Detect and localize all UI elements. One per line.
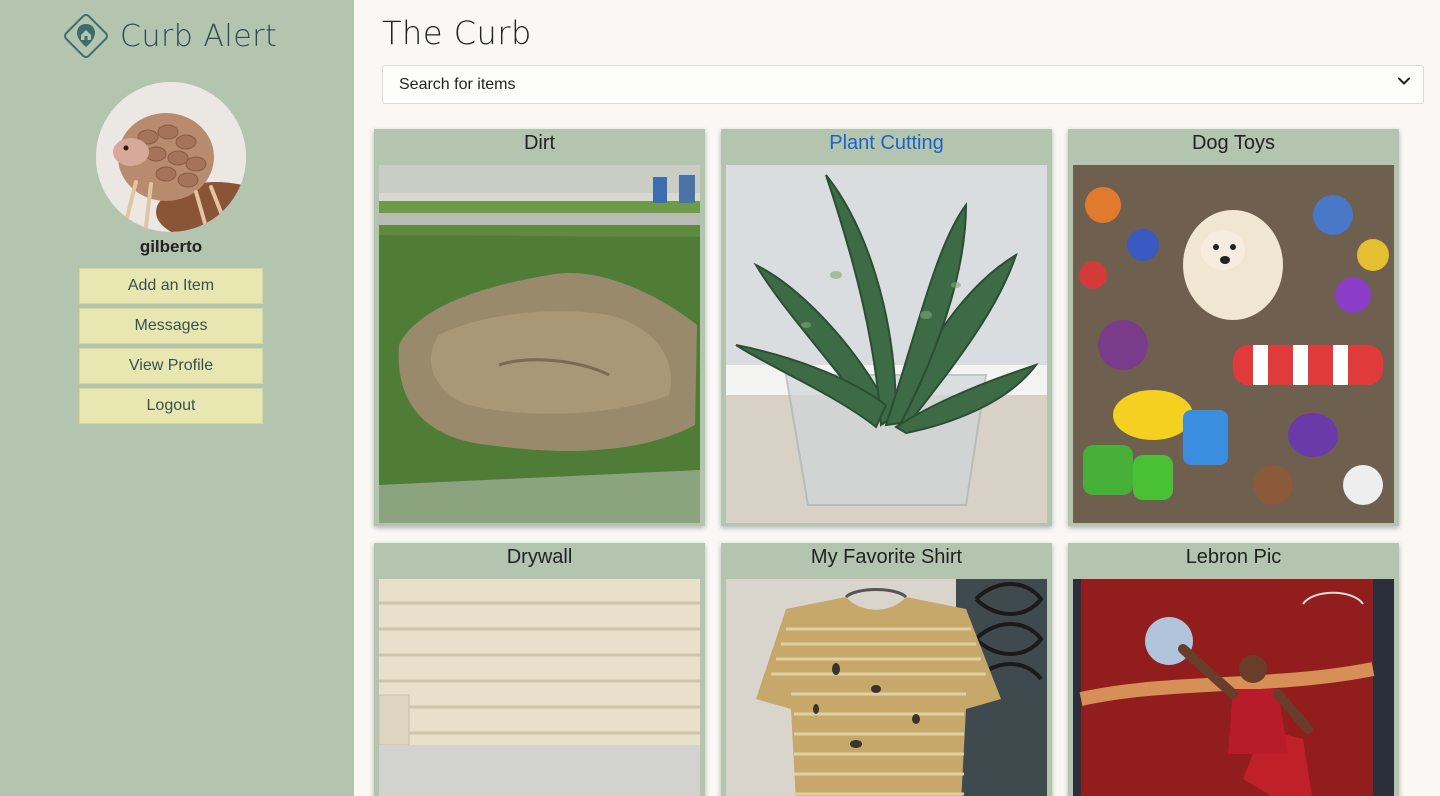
item-title[interactable]: My Favorite Shirt [721, 546, 1052, 569]
item-title[interactable]: Lebron Pic [1068, 546, 1399, 569]
view-profile-button[interactable]: View Profile [79, 348, 263, 384]
item-card-dog-toys[interactable]: Dog Toys [1068, 129, 1399, 526]
item-title[interactable]: Plant Cutting [721, 132, 1052, 155]
item-card-dirt[interactable]: Dirt [374, 129, 705, 526]
item-title[interactable]: Drywall [374, 546, 705, 569]
brand-name: Curb Alert [120, 18, 278, 54]
username: gilberto [139, 237, 203, 256]
item-card-plant-cutting[interactable]: Plant Cutting [721, 129, 1052, 526]
map-pin-house-icon [64, 14, 108, 58]
brand[interactable]: Curb Alert [62, 12, 277, 60]
pangolin-avatar [96, 82, 246, 232]
search-select[interactable]: Search for items [382, 65, 1424, 104]
dog-toys-photo[interactable] [1073, 165, 1394, 523]
item-card-lebron-pic[interactable]: Lebron Pic [1068, 543, 1399, 796]
logout-button[interactable]: Logout [79, 388, 263, 424]
sidebar: Curb Alert gilberto Add an Item Messages… [0, 0, 354, 796]
shirt-photo[interactable] [726, 579, 1047, 796]
item-title[interactable]: Dirt [374, 132, 705, 155]
plant-photo[interactable] [726, 165, 1047, 523]
item-title[interactable]: Dog Toys [1068, 132, 1399, 155]
drywall-photo[interactable] [379, 579, 700, 796]
messages-button[interactable]: Messages [79, 308, 263, 344]
lebron-photo[interactable] [1073, 579, 1394, 796]
chevron-down-icon [1398, 77, 1410, 85]
item-card-my-favorite-shirt[interactable]: My Favorite Shirt [721, 543, 1052, 796]
add-item-button[interactable]: Add an Item [79, 268, 263, 304]
dirt-photo[interactable] [379, 165, 700, 523]
search-placeholder: Search for items [399, 75, 516, 93]
page-title: The Curb [382, 14, 532, 52]
item-card-drywall[interactable]: Drywall [374, 543, 705, 796]
avatar[interactable] [96, 82, 246, 232]
